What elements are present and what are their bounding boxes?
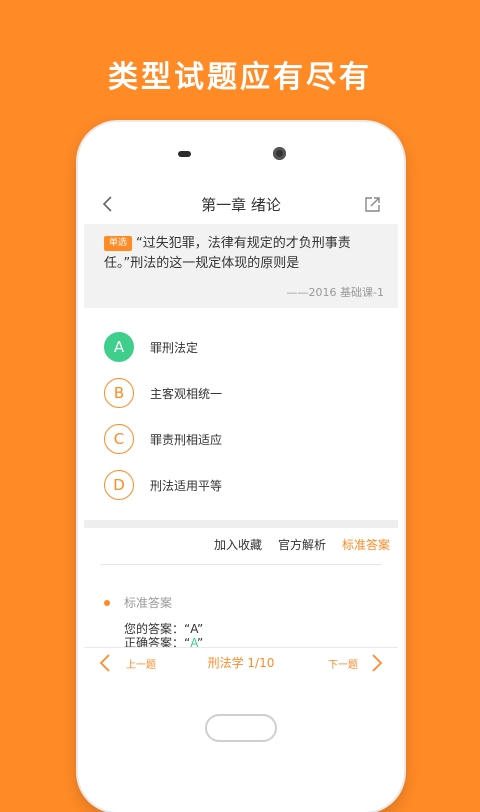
- tab-favorite[interactable]: 加入收藏: [214, 536, 262, 553]
- option-c-text: 罪责刑相适应: [150, 432, 223, 447]
- option-a-text: 罪刑法定: [150, 340, 199, 355]
- phone-frame: 第一章 绪论 单选 “过失犯罪，法律有规定的才负刑事责任。”刑法的这一规定体现的原…: [78, 122, 404, 812]
- option-a[interactable]: A 罪刑法定: [104, 324, 384, 370]
- next-question-button[interactable]: 下一题: [328, 656, 358, 671]
- question-source: ——2016 基础课-1: [286, 286, 384, 299]
- front-camera: [273, 147, 286, 160]
- option-d[interactable]: D 刑法适用平等: [104, 462, 384, 508]
- tabs-divider: [100, 564, 382, 565]
- nav-bar: 第一章 绪论: [84, 184, 398, 224]
- option-d-circle: D: [104, 470, 134, 500]
- option-a-circle: A: [104, 332, 134, 362]
- answer-heading-text: 标准答案: [124, 596, 173, 610]
- section-divider: [84, 520, 398, 528]
- tab-standard-answer[interactable]: 标准答案: [342, 536, 390, 553]
- option-b-text: 主客观相统一: [150, 386, 223, 401]
- question-text: “过失犯罪，法律有规定的才负刑事责任。”刑法的这一规定体现的原则是: [104, 236, 351, 271]
- option-b[interactable]: B 主客观相统一: [104, 370, 384, 416]
- share-icon[interactable]: [364, 195, 382, 213]
- answer-heading: 标准答案: [104, 594, 172, 611]
- home-button[interactable]: [205, 714, 277, 742]
- next-arrow-icon[interactable]: [370, 654, 384, 672]
- headline: 类型试题应有尽有: [108, 60, 372, 95]
- tab-official-analysis[interactable]: 官方解析: [278, 536, 326, 553]
- option-d-text: 刑法适用平等: [150, 478, 223, 493]
- option-c[interactable]: C 罪责刑相适应: [104, 416, 384, 462]
- answer-tabs: 加入收藏 官方解析 标准答案: [198, 536, 390, 553]
- question-type-badge: 单选: [104, 236, 133, 251]
- screen: 第一章 绪论 单选 “过失犯罪，法律有规定的才负刑事责任。”刑法的这一规定体现的原…: [84, 184, 398, 744]
- question-text-block: 单选 “过失犯罪，法律有规定的才负刑事责任。”刑法的这一规定体现的原则是: [104, 234, 384, 274]
- bullet-dot: [104, 599, 110, 606]
- option-b-circle: B: [104, 378, 134, 408]
- page-title: 第一章 绪论: [201, 195, 281, 214]
- option-c-circle: C: [104, 424, 134, 454]
- back-icon[interactable]: [100, 196, 116, 212]
- options-list: A 罪刑法定 B 主客观相统一 C 罪责刑相适应 D 刑法适用平等: [104, 324, 384, 508]
- question-panel: 单选 “过失犯罪，法律有规定的才负刑事责任。”刑法的这一规定体现的原则是 ——20…: [84, 224, 398, 308]
- speaker: [178, 151, 191, 157]
- bottom-nav-bar: 上一题 刑法学 1/10 下一题: [84, 647, 398, 678]
